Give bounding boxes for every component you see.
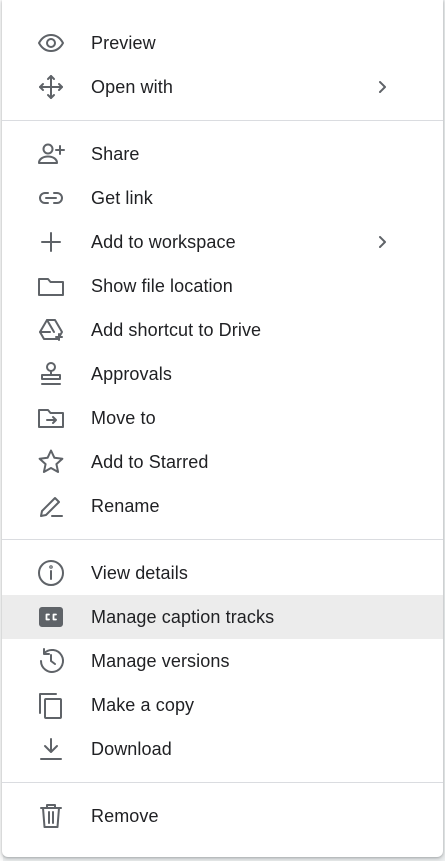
menu-item-label: View details: [91, 563, 188, 583]
menu-group-actions: Share Get link Add to workspace Show fil…: [2, 132, 443, 528]
link-icon: [36, 184, 66, 212]
folder-move-icon: [36, 404, 66, 432]
eye-icon: [36, 29, 66, 57]
menu-item-label: Open with: [91, 77, 173, 97]
menu-item-share[interactable]: Share: [2, 132, 443, 176]
menu-item-download[interactable]: Download: [2, 727, 443, 771]
person-add-icon: [36, 140, 66, 168]
menu-item-add-to-starred[interactable]: Add to Starred: [2, 440, 443, 484]
menu-group-open: Preview Open with: [2, 0, 443, 109]
menu-item-label: Add shortcut to Drive: [91, 320, 262, 340]
stamp-icon: [36, 360, 66, 388]
menu-item-open-with[interactable]: Open with: [2, 65, 443, 109]
history-icon: [36, 647, 66, 675]
menu-group-remove: Remove: [2, 794, 443, 838]
menu-item-label: Show file location: [91, 276, 233, 296]
menu-item-label: Preview: [91, 33, 156, 53]
menu-item-label: Manage versions: [91, 651, 230, 671]
trash-icon: [36, 802, 66, 830]
menu-item-label: Manage caption tracks: [91, 607, 275, 627]
menu-item-make-a-copy[interactable]: Make a copy: [2, 683, 443, 727]
drive-shortcut-icon: [36, 316, 66, 344]
menu-item-preview[interactable]: Preview: [2, 21, 443, 65]
menu-divider: [2, 120, 443, 121]
download-icon: [36, 735, 66, 763]
star-icon: [36, 448, 66, 476]
menu-item-label: Download: [91, 739, 172, 759]
menu-item-manage-caption-tracks[interactable]: Manage caption tracks: [2, 595, 443, 639]
menu-item-add-to-workspace[interactable]: Add to workspace: [2, 220, 443, 264]
move-arrows-icon: [36, 73, 66, 101]
menu-item-approvals[interactable]: Approvals: [2, 352, 443, 396]
menu-group-file: View details Manage caption tracks Manag…: [2, 551, 443, 771]
context-menu: Preview Open with Share Get link Add to …: [2, 0, 443, 857]
menu-item-label: Get link: [91, 188, 153, 208]
menu-item-label: Make a copy: [91, 695, 195, 715]
copy-icon: [36, 691, 66, 719]
chevron-right-icon: [373, 78, 391, 96]
menu-item-view-details[interactable]: View details: [2, 551, 443, 595]
menu-item-manage-versions[interactable]: Manage versions: [2, 639, 443, 683]
menu-divider: [2, 539, 443, 540]
menu-item-get-link[interactable]: Get link: [2, 176, 443, 220]
menu-item-show-file-location[interactable]: Show file location: [2, 264, 443, 308]
pencil-icon: [36, 492, 66, 520]
menu-item-label: Move to: [91, 408, 156, 428]
info-icon: [36, 559, 66, 587]
folder-icon: [36, 272, 66, 300]
menu-item-label: Add to Starred: [91, 452, 209, 472]
menu-item-label: Remove: [91, 806, 159, 826]
chevron-right-icon: [373, 233, 391, 251]
menu-item-move-to[interactable]: Move to: [2, 396, 443, 440]
menu-item-label: Add to workspace: [91, 232, 236, 252]
menu-item-rename[interactable]: Rename: [2, 484, 443, 528]
menu-item-label: Approvals: [91, 364, 172, 384]
plus-icon: [36, 228, 66, 256]
menu-divider: [2, 782, 443, 783]
menu-item-remove[interactable]: Remove: [2, 794, 443, 838]
menu-item-label: Rename: [91, 496, 160, 516]
closed-caption-icon: [36, 603, 66, 631]
menu-item-label: Share: [91, 144, 140, 164]
menu-item-add-shortcut[interactable]: Add shortcut to Drive: [2, 308, 443, 352]
